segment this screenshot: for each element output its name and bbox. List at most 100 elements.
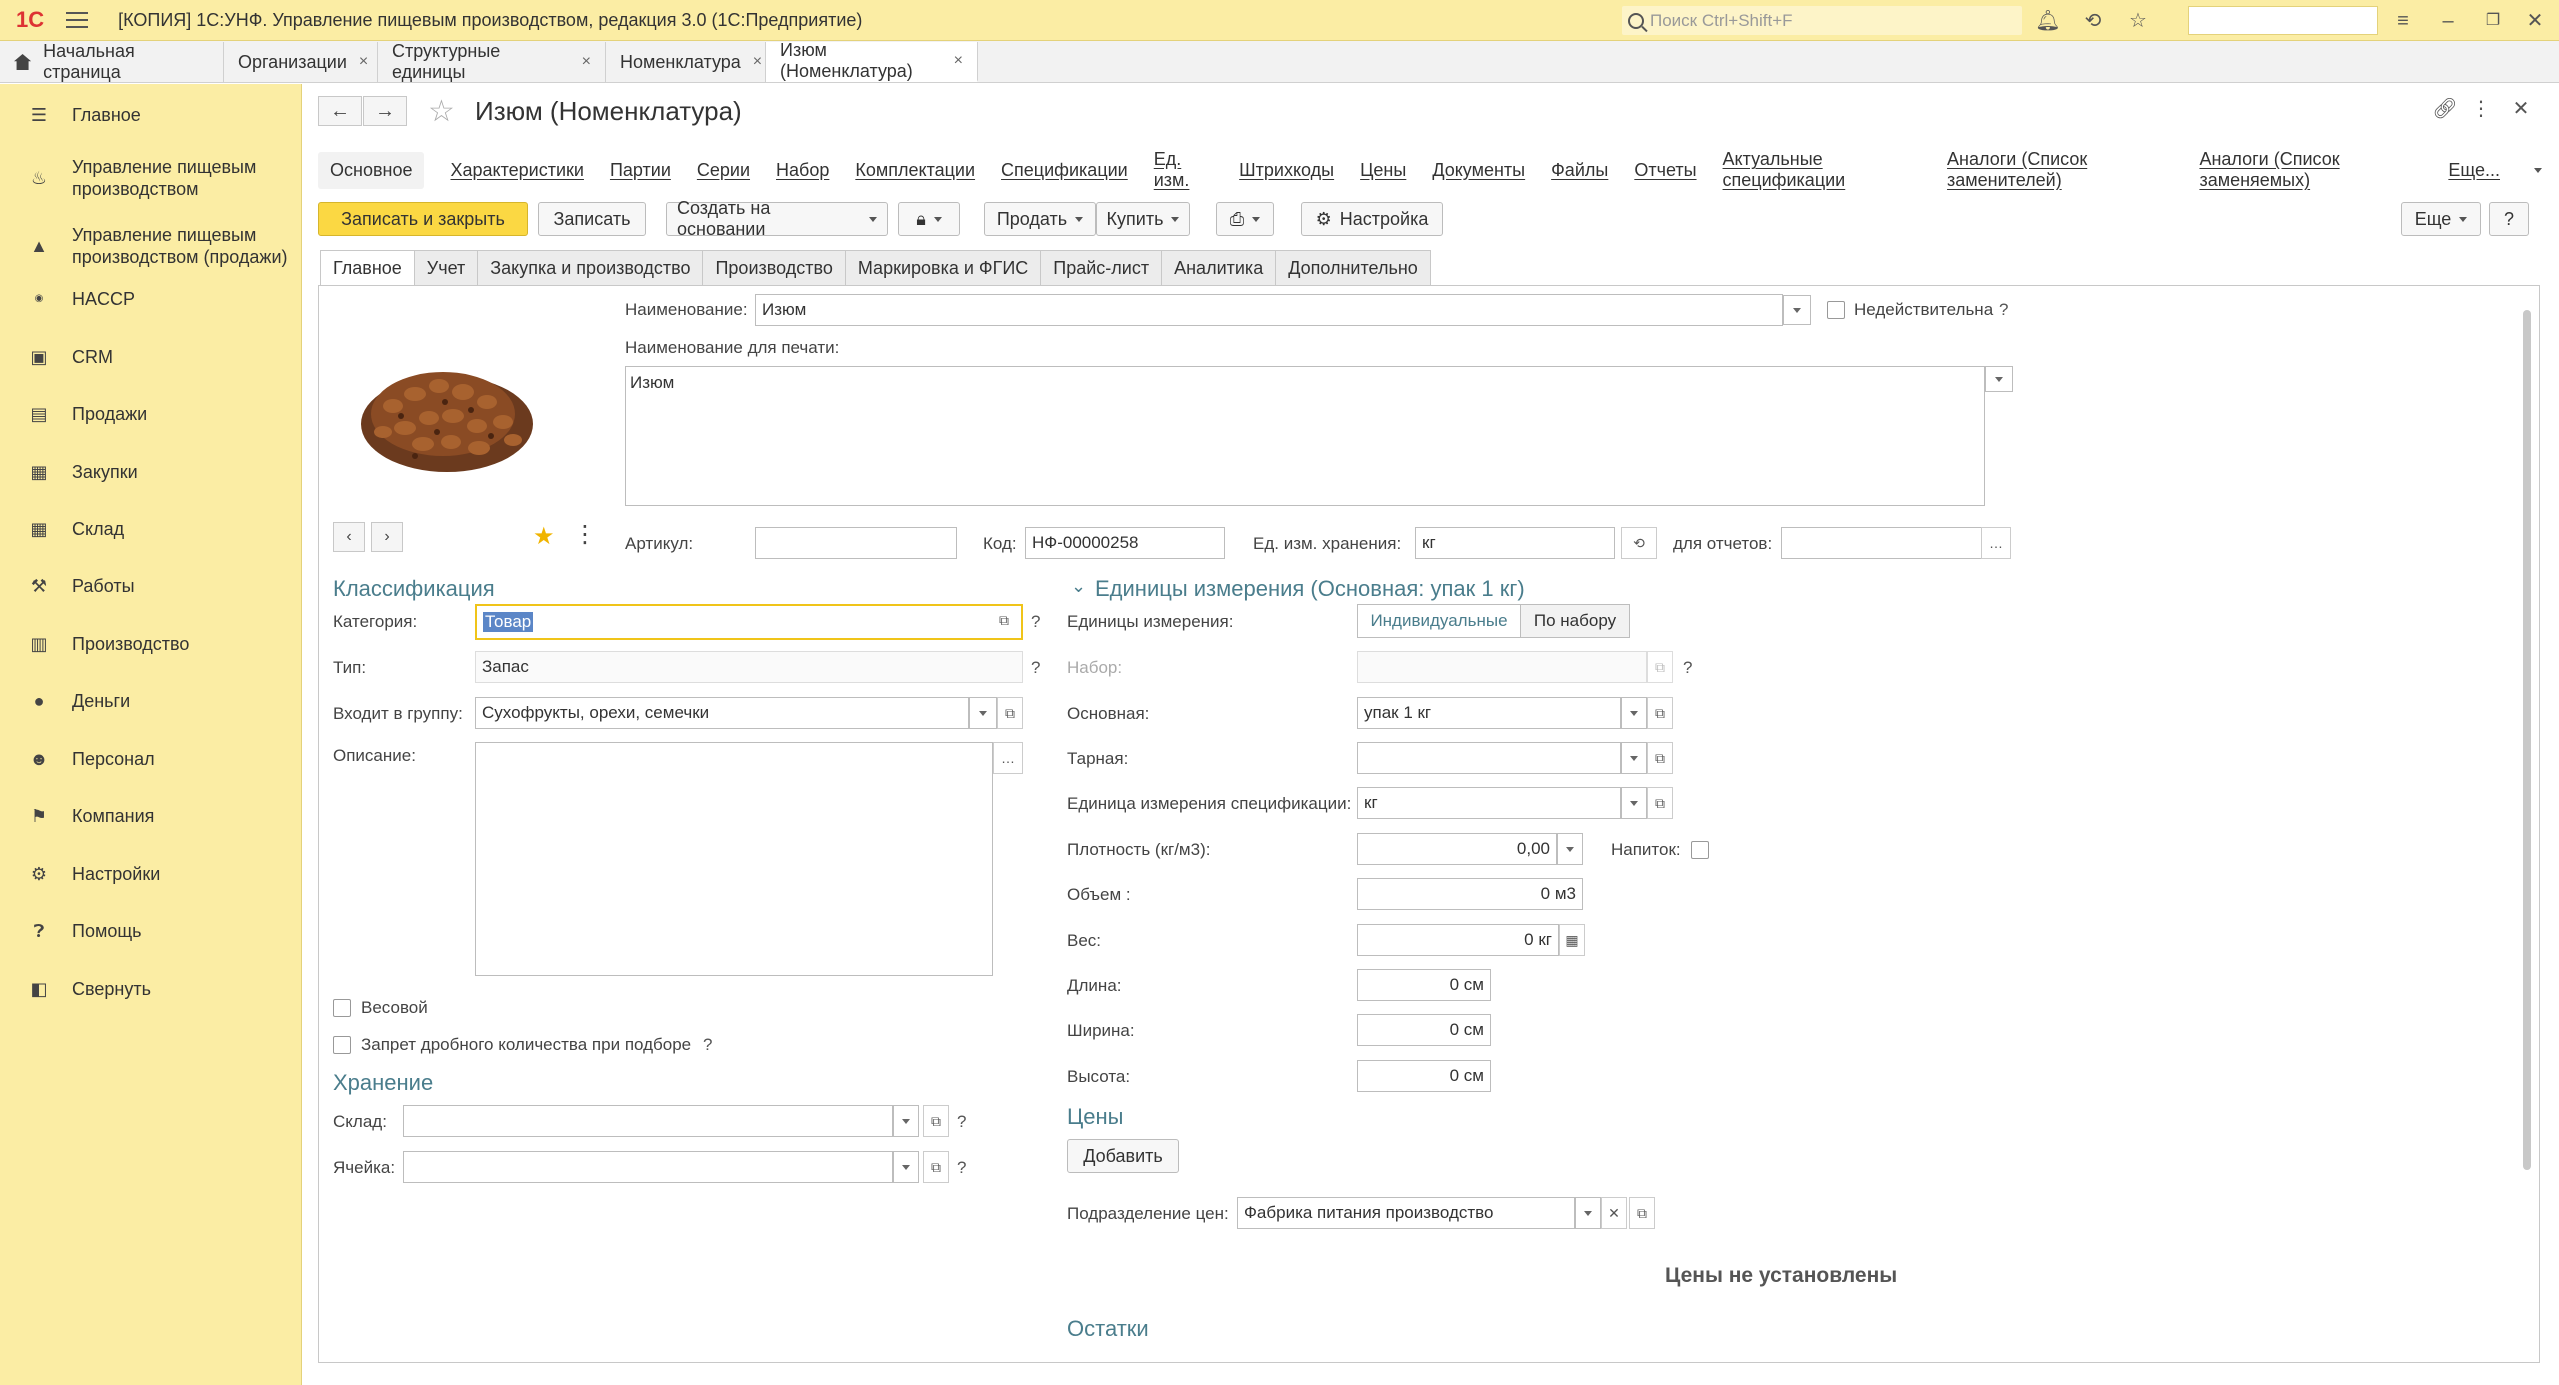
- units-heading[interactable]: Единицы измерения (Основная: упак 1 кг): [1095, 576, 1525, 602]
- nav-main[interactable]: Основное: [318, 151, 425, 189]
- individual-units-toggle[interactable]: Индивидуальные: [1357, 604, 1521, 638]
- lock-menu-button[interactable]: 🔒︎: [898, 202, 960, 236]
- nav-prices[interactable]: Цены: [1360, 160, 1406, 181]
- weight-field[interactable]: 0 кг: [1357, 924, 1559, 956]
- help-button[interactable]: ?: [2489, 202, 2529, 236]
- favorite-star-icon[interactable]: ☆: [428, 94, 455, 129]
- spec-unit-field[interactable]: кг: [1357, 787, 1621, 819]
- tab-structural-units[interactable]: Структурные единицы ×: [378, 41, 606, 82]
- sidebar-item-help[interactable]: ❓︎ Помощь: [0, 920, 302, 942]
- volume-field[interactable]: 0 м3: [1357, 878, 1583, 910]
- tab-marking-fgis[interactable]: Маркировка и ФГИС: [844, 250, 1042, 286]
- add-price-button[interactable]: Добавить: [1067, 1139, 1179, 1173]
- collapse-units-icon[interactable]: ⌄: [1071, 576, 1086, 597]
- close-form-icon[interactable]: ✕: [2508, 96, 2534, 122]
- settings-lines-icon[interactable]: ≡: [2390, 8, 2416, 34]
- calculator-icon[interactable]: ▦: [1559, 924, 1585, 956]
- close-tab-icon[interactable]: ×: [753, 53, 762, 71]
- image-menu-icon[interactable]: ⋮: [573, 520, 597, 549]
- chevron-down-icon[interactable]: [2534, 167, 2542, 173]
- sidebar-item-settings[interactable]: ⚙ Настройки: [0, 863, 302, 885]
- nav-more[interactable]: Еще...: [2448, 160, 2500, 181]
- height-field[interactable]: 0 см: [1357, 1060, 1491, 1092]
- open-set-icon[interactable]: ⧉: [1647, 651, 1673, 683]
- buy-button[interactable]: Купить: [1096, 202, 1190, 236]
- help-question-icon[interactable]: ?: [957, 1112, 966, 1132]
- help-question-icon[interactable]: ?: [1999, 300, 2008, 320]
- tab-purchase-production[interactable]: Закупка и производство: [477, 250, 704, 286]
- tab-price-list[interactable]: Прайс-лист: [1040, 250, 1163, 286]
- width-field[interactable]: 0 см: [1357, 1014, 1491, 1046]
- code-field[interactable]: НФ-00000258: [1025, 527, 1225, 559]
- nav-reports[interactable]: Отчеты: [1634, 160, 1696, 181]
- density-dropdown-icon[interactable]: [1557, 833, 1583, 865]
- print-menu-button[interactable]: ⎙: [1216, 202, 1274, 236]
- tare-unit-dropdown-icon[interactable]: [1621, 742, 1647, 774]
- open-main-unit-icon[interactable]: ⧉: [1647, 697, 1673, 729]
- more-button[interactable]: Еще: [2401, 202, 2481, 236]
- nav-batches[interactable]: Партии: [610, 160, 671, 181]
- tare-unit-field[interactable]: [1357, 742, 1621, 774]
- open-group-icon[interactable]: ⧉: [997, 697, 1023, 729]
- sidebar-item-food-production[interactable]: ♨ Управление пищевым производством: [0, 156, 302, 200]
- sidebar-item-purchases[interactable]: ▦ Закупки: [0, 461, 302, 483]
- nav-analogs-substituted[interactable]: Аналоги (Список заменяемых): [2199, 149, 2422, 191]
- warehouse-field[interactable]: [403, 1105, 893, 1137]
- help-question-icon[interactable]: ?: [703, 1035, 712, 1055]
- forward-arrow-icon[interactable]: →: [363, 96, 407, 126]
- help-question-icon[interactable]: ?: [1031, 658, 1040, 678]
- price-division-dropdown-icon[interactable]: [1575, 1197, 1601, 1229]
- print-name-field[interactable]: Изюм: [625, 366, 1985, 506]
- warehouse-dropdown-icon[interactable]: [893, 1105, 919, 1137]
- tab-raisin-item[interactable]: Изюм (Номенклатура) ×: [766, 40, 978, 82]
- create-based-on-button[interactable]: Создать на основании: [666, 198, 888, 239]
- clear-icon[interactable]: ✕: [1601, 1197, 1627, 1229]
- weighted-checkbox[interactable]: [333, 999, 351, 1017]
- nav-files[interactable]: Файлы: [1551, 160, 1608, 181]
- link-icon[interactable]: 🔗︎: [2432, 96, 2458, 122]
- save-and-close-button[interactable]: Записать и закрыть: [318, 202, 528, 236]
- article-field[interactable]: [755, 527, 957, 559]
- close-tab-icon[interactable]: ×: [359, 53, 368, 71]
- nav-characteristics[interactable]: Характеристики: [450, 160, 583, 181]
- sidebar-item-works[interactable]: ⚒ Работы: [0, 575, 302, 597]
- storage-unit-field[interactable]: кг: [1415, 527, 1615, 559]
- favorites-star-icon[interactable]: ☆: [2125, 8, 2151, 34]
- ellipsis-select-icon[interactable]: …: [993, 742, 1023, 774]
- fraction-ban-checkbox[interactable]: [333, 1036, 351, 1054]
- nav-barcodes[interactable]: Штрихкоды: [1239, 160, 1334, 181]
- sidebar-item-haccp[interactable]: ◉ HACCP: [0, 288, 302, 310]
- sell-button[interactable]: Продать: [984, 202, 1096, 236]
- main-image-star-icon[interactable]: ★: [533, 522, 555, 551]
- history-icon[interactable]: ⟲: [2080, 8, 2106, 34]
- cell-dropdown-icon[interactable]: [893, 1151, 919, 1183]
- close-window-icon[interactable]: ✕: [2522, 8, 2548, 34]
- name-dropdown-icon[interactable]: [1783, 295, 1811, 325]
- close-tab-icon[interactable]: ×: [582, 53, 591, 71]
- sidebar-item-money[interactable]: ● Деньги: [0, 690, 302, 712]
- length-field[interactable]: 0 см: [1357, 969, 1491, 1001]
- ellipsis-select-icon[interactable]: …: [1981, 527, 2011, 559]
- open-category-icon[interactable]: ⧉: [999, 612, 1009, 629]
- tab-accounting[interactable]: Учет: [413, 250, 479, 286]
- tab-production[interactable]: Производство: [702, 250, 846, 286]
- nav-actual-specs[interactable]: Актуальные спецификации: [1723, 149, 1921, 191]
- for-reports-field[interactable]: [1781, 527, 1983, 559]
- group-field[interactable]: Сухофрукты, орехи, семечки: [475, 697, 969, 729]
- group-dropdown-icon[interactable]: [969, 697, 997, 729]
- nav-documents[interactable]: Документы: [1432, 160, 1525, 181]
- tab-nomenclature[interactable]: Номенклатура ×: [606, 42, 766, 82]
- nav-analogs-substitutes[interactable]: Аналоги (Список заменителей): [1947, 149, 2173, 191]
- open-cell-icon[interactable]: ⧉: [923, 1151, 949, 1183]
- scrollbar-thumb[interactable]: [2523, 310, 2531, 1170]
- sidebar-item-company[interactable]: ⚑ Компания: [0, 805, 302, 827]
- tab-organizations[interactable]: Организации ×: [224, 42, 378, 82]
- sidebar-item-personnel[interactable]: ☻ Персонал: [0, 748, 302, 770]
- nav-specifications[interactable]: Спецификации: [1001, 160, 1128, 181]
- sidebar-item-collapse[interactable]: ◧ Свернуть: [0, 978, 302, 1000]
- nav-series[interactable]: Серии: [697, 160, 750, 181]
- description-field[interactable]: [475, 742, 993, 976]
- settings-button[interactable]: ⚙ Настройка: [1301, 202, 1443, 236]
- sidebar-item-sales[interactable]: ▤ Продажи: [0, 403, 302, 425]
- sidebar-item-crm[interactable]: ▣ CRM: [0, 346, 302, 368]
